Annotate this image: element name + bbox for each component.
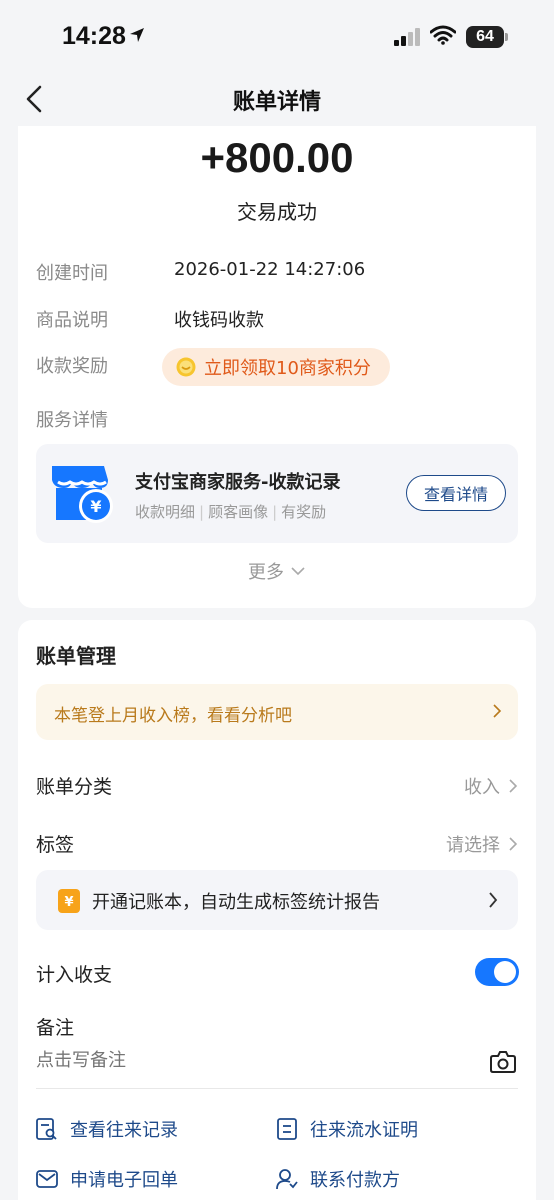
svg-text:¥: ¥ bbox=[90, 497, 101, 516]
divider bbox=[36, 1088, 518, 1089]
service-title: 支付宝商家服务-收款记录 bbox=[135, 472, 341, 493]
svg-text:¥: ¥ bbox=[64, 895, 73, 910]
category-label: 账单分类 bbox=[36, 776, 113, 798]
location-arrow-icon bbox=[128, 26, 146, 48]
transaction-summary-card: +800.00 交易成功 创建时间 2026-01-22 14:27:06 商品… bbox=[18, 126, 536, 608]
chevron-down-icon bbox=[290, 561, 306, 582]
created-time-value: 2026-01-22 14:27:06 bbox=[174, 259, 366, 280]
camera-icon[interactable] bbox=[490, 1050, 516, 1078]
service-sub-item: 有奖励 bbox=[281, 503, 327, 521]
section-title: 账单管理 bbox=[36, 644, 116, 668]
category-value: 收入 bbox=[464, 777, 500, 798]
category-selector[interactable]: 收入 bbox=[464, 773, 518, 799]
contact-icon bbox=[276, 1169, 298, 1190]
product-desc-value: 收钱码收款 bbox=[174, 310, 264, 331]
search-record-icon bbox=[36, 1118, 57, 1140]
certificate-icon bbox=[277, 1118, 297, 1140]
more-label: 更多 bbox=[248, 562, 284, 583]
income-rank-banner[interactable]: 本笔登上月收入榜，看看分析吧 bbox=[36, 684, 518, 740]
transaction-status: 交易成功 bbox=[237, 200, 317, 224]
chevron-right-icon bbox=[509, 837, 518, 851]
note-input[interactable] bbox=[36, 1050, 456, 1071]
banner-text: 本笔登上月收入榜，看看分析吧 bbox=[54, 706, 292, 726]
service-details-label: 服务详情 bbox=[36, 410, 108, 431]
view-details-button[interactable]: 查看详情 bbox=[406, 475, 506, 511]
coin-icon bbox=[176, 357, 196, 377]
toggle-knob bbox=[494, 961, 516, 983]
created-time-label: 创建时间 bbox=[36, 263, 108, 284]
action-label: 查看往来记录 bbox=[70, 1120, 178, 1141]
action-label: 申请电子回单 bbox=[70, 1170, 178, 1191]
tag-label: 标签 bbox=[36, 834, 75, 856]
note-label: 备注 bbox=[36, 1017, 75, 1039]
merchant-shop-icon: ¥ bbox=[48, 462, 114, 530]
product-desc-label: 商品说明 bbox=[36, 310, 108, 331]
claim-reward-button[interactable]: 立即领取10商家积分 bbox=[162, 348, 390, 386]
reward-text: 立即领取10商家积分 bbox=[204, 358, 371, 379]
ledger-icon: ¥ bbox=[58, 889, 80, 917]
tag-selector[interactable]: 请选择 bbox=[446, 831, 518, 857]
cellular-signal-icon bbox=[394, 28, 422, 50]
more-toggle[interactable]: 更多 bbox=[18, 558, 536, 584]
nav-bar: 账单详情 bbox=[0, 72, 554, 128]
tag-value: 请选择 bbox=[446, 835, 500, 856]
battery-indicator: 64 bbox=[466, 26, 508, 48]
wifi-icon bbox=[429, 25, 457, 49]
merchant-service-card[interactable]: ¥ 支付宝商家服务-收款记录 收款明细 | 顾客画像 | 有奖励 查看详情 bbox=[36, 444, 518, 543]
service-sub-item: 收款明细 bbox=[135, 503, 196, 521]
promo-text: 开通记账本，自动生成标签统计报告 bbox=[92, 892, 380, 913]
action-label: 联系付款方 bbox=[310, 1170, 400, 1191]
chevron-right-icon bbox=[488, 891, 498, 913]
status-bar: 14:28 64 bbox=[0, 0, 554, 72]
page-title: 账单详情 bbox=[232, 90, 321, 115]
service-sub-item: 顾客画像 bbox=[208, 503, 269, 521]
chevron-right-icon bbox=[509, 779, 518, 793]
bill-management-card: 账单管理 本笔登上月收入榜，看看分析吧 账单分类 收入 标签 请选择 ¥ 开通记… bbox=[18, 620, 536, 1200]
view-history-action[interactable]: 查看往来记录 bbox=[36, 1116, 178, 1142]
ledger-promo[interactable]: ¥ 开通记账本，自动生成标签统计报告 bbox=[36, 870, 518, 930]
include-stats-label: 计入收支 bbox=[36, 964, 113, 986]
separator: | bbox=[199, 503, 205, 521]
mail-icon bbox=[36, 1170, 58, 1188]
e-receipt-action[interactable]: 申请电子回单 bbox=[36, 1166, 178, 1192]
service-subtitle: 收款明细 | 顾客画像 | 有奖励 bbox=[135, 501, 326, 522]
action-label: 往来流水证明 bbox=[310, 1120, 418, 1141]
amount-text: +800.00 bbox=[200, 134, 354, 181]
reward-label: 收款奖励 bbox=[36, 356, 108, 377]
separator: | bbox=[272, 503, 278, 521]
flow-proof-action[interactable]: 往来流水证明 bbox=[276, 1116, 418, 1142]
chevron-right-icon bbox=[492, 703, 502, 723]
status-time: 14:28 bbox=[62, 22, 126, 50]
contact-payer-action[interactable]: 联系付款方 bbox=[276, 1166, 400, 1192]
include-stats-toggle[interactable] bbox=[475, 958, 519, 986]
